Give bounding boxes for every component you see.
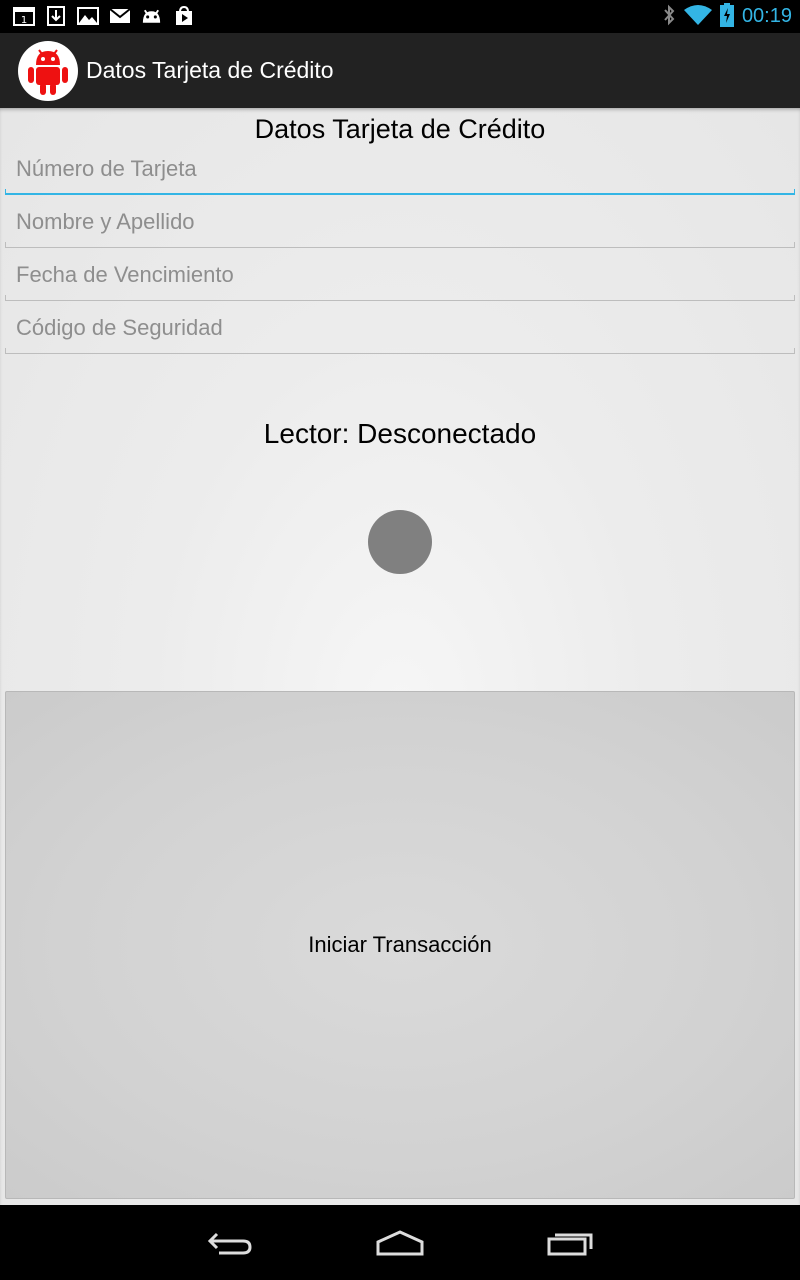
recent-apps-icon[interactable]: [545, 1226, 595, 1260]
battery-charging-icon: [719, 2, 734, 31]
start-transaction-label: Iniciar Transacción: [308, 932, 492, 957]
navigation-bar: [0, 1205, 800, 1280]
name-field[interactable]: [5, 202, 795, 248]
security-code-input[interactable]: [5, 308, 795, 348]
expiry-date-field[interactable]: [5, 255, 795, 301]
svg-text:1: 1: [20, 15, 26, 26]
card-number-field[interactable]: [5, 149, 795, 195]
start-transaction-button[interactable]: Iniciar Transacción: [5, 691, 795, 1199]
android-robot-icon[interactable]: [18, 40, 78, 101]
system-icons: 00:19: [662, 2, 792, 31]
notification-icons: 1: [12, 5, 195, 27]
content: Datos Tarjeta de Crédito Lector: Descone…: [0, 108, 800, 1205]
action-bar: Datos Tarjeta de Crédito: [0, 33, 800, 108]
status-bar: 1 00:19: [0, 0, 800, 33]
form-title: Datos Tarjeta de Crédito: [254, 114, 546, 144]
name-input[interactable]: [5, 202, 795, 242]
field-underline: [5, 242, 795, 248]
clock: 00:19: [741, 5, 792, 27]
calendar-icon: 1: [12, 5, 35, 27]
download-icon: [44, 5, 67, 27]
home-icon[interactable]: [375, 1226, 425, 1260]
screen: 1 00:19 Datos Tarjeta de Crédito Datos T…: [0, 0, 800, 1280]
wifi-icon: [683, 4, 712, 30]
action-bar-title: Datos Tarjeta de Crédito: [86, 57, 334, 83]
bluetooth-icon: [662, 4, 676, 30]
expiry-date-input[interactable]: [5, 255, 795, 295]
security-code-field[interactable]: [5, 308, 795, 354]
field-underline: [5, 348, 795, 354]
reader-status-label: Lector: Desconectado: [263, 418, 537, 449]
play-store-icon: [172, 5, 195, 27]
reader-status-indicator: [368, 510, 432, 574]
gallery-icon: [76, 5, 99, 27]
gmail-icon: [108, 5, 131, 27]
field-underline: [5, 295, 795, 301]
android-debug-icon: [140, 5, 163, 27]
card-number-input[interactable]: [5, 149, 795, 189]
field-underline: [5, 189, 795, 195]
back-icon[interactable]: [205, 1226, 255, 1260]
